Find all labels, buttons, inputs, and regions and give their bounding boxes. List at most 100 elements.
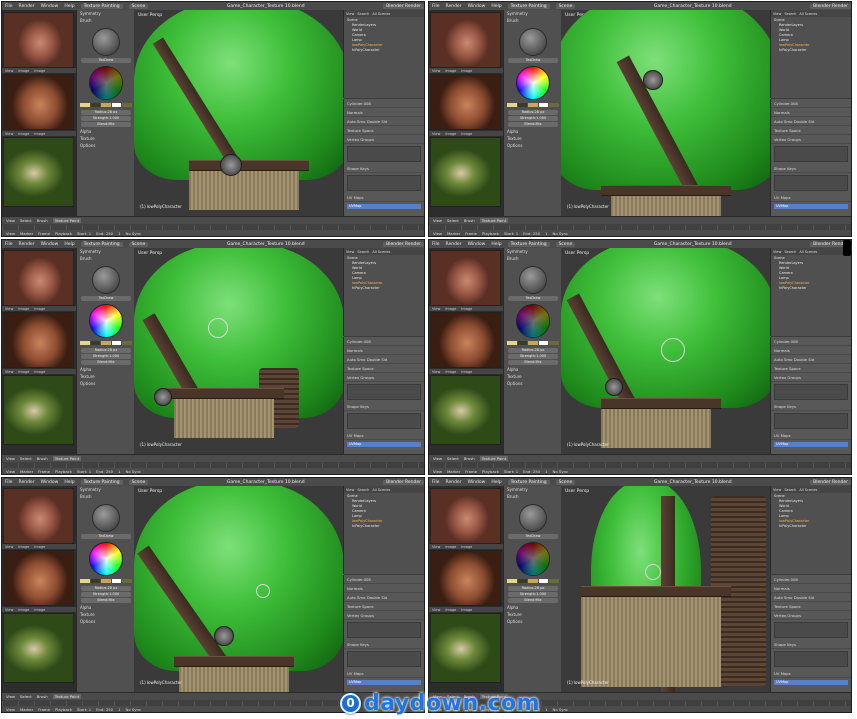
viewport-menu-item[interactable]: View [433,218,442,223]
radius-field[interactable]: Radius:28 px [81,348,131,353]
uv-map-item[interactable]: UVMap [347,204,421,209]
reference-bar-item[interactable]: View [5,69,13,73]
normals-section[interactable]: Normals [771,346,851,355]
color-swatch[interactable] [90,103,101,107]
color-swatch[interactable] [101,579,111,583]
reference-bar-item[interactable]: Image [461,69,472,73]
menu-item-render[interactable]: Render [446,480,462,485]
tool-section-brush[interactable]: Brush [504,493,562,500]
vertex-groups-section[interactable]: Vertex Groups [771,373,851,382]
timeline-menu-item[interactable]: Marker [20,469,33,474]
normals-section[interactable]: Normals [771,584,851,593]
object-data-name[interactable]: Cylinder.008 [771,99,851,108]
shape-keys-section[interactable]: Shape Keys [344,402,424,411]
outliner-header-item[interactable]: Search [784,12,796,16]
reference-bar-item[interactable]: Image [18,545,29,549]
uv-maps-section[interactable]: UV Maps [771,669,851,678]
double-sided-checkbox[interactable]: Double Sid [794,595,815,600]
reference-bar-item[interactable]: Image [461,608,472,612]
uv-map-item[interactable]: UVMap [347,442,421,447]
color-swatch[interactable] [90,579,101,583]
color-swatch[interactable] [538,341,549,345]
end-frame-field[interactable]: End: 250 [96,231,113,236]
current-frame-field[interactable]: 1 [118,707,120,712]
reference-bar-item[interactable]: Image [18,370,29,374]
blend-field[interactable]: Blend:Mix [81,360,131,365]
outliner-header-item[interactable]: View [346,12,354,16]
menu-item-file[interactable]: File [5,4,13,9]
outliner-item[interactable]: hiPolyCharacter [771,47,851,52]
brush-preview-icon[interactable] [519,28,547,56]
scene-dropdown[interactable]: Scene [128,479,149,485]
texture-section[interactable]: Texture [504,611,562,618]
viewport-menu-item[interactable]: Brush [37,694,48,699]
sync-dropdown[interactable]: No Sync [553,231,569,236]
menu-item-render[interactable]: Render [19,242,35,247]
texture-space-section[interactable]: Texture Space [344,126,424,135]
tool-section-brush[interactable]: Brush [77,17,135,24]
start-frame-field[interactable]: Start: 1 [77,707,91,712]
render-engine-dropdown[interactable]: Blender Render [383,3,424,9]
texture-section[interactable]: Texture [77,135,135,142]
menu-item-render[interactable]: Render [446,4,462,9]
color-wheel[interactable] [516,66,550,100]
tool-section-brush[interactable]: Brush [77,255,135,262]
menu-item-file[interactable]: File [5,242,13,247]
normals-section[interactable]: Normals [344,108,424,117]
reference-bar-item[interactable]: Image [34,370,45,374]
brush-name-field[interactable]: TexDraw [508,58,558,63]
scene-dropdown[interactable]: Scene [128,241,149,247]
render-engine-dropdown[interactable]: Blender Render [383,479,424,485]
end-frame-field[interactable]: End: 250 [523,469,540,474]
color-swatch[interactable] [538,103,549,107]
alpha-checkbox[interactable]: Alpha [77,604,135,611]
timeline-menu-item[interactable]: Frame [38,469,50,474]
end-frame-field[interactable]: End: 250 [96,469,113,474]
color-swatch[interactable] [517,579,528,583]
start-frame-field[interactable]: Start: 1 [504,231,518,236]
menu-item-window[interactable]: Window [468,4,486,9]
vertex-groups-section[interactable]: Vertex Groups [344,373,424,382]
color-swatch[interactable] [528,103,538,107]
double-sided-checkbox[interactable]: Double Sid [794,357,815,362]
color-wheel[interactable] [89,542,123,576]
reference-bar-item[interactable]: Image [445,608,456,612]
timeline-menu-item[interactable]: View [433,469,442,474]
outliner-header-item[interactable]: All Scenes [799,488,817,492]
uv-maps-section[interactable]: UV Maps [771,431,851,440]
outliner-header-item[interactable]: Search [357,488,369,492]
blend-field[interactable]: Blend:Mix [81,122,131,127]
menu-item-render[interactable]: Render [19,480,35,485]
mode-dropdown[interactable]: Texture Painting [507,3,550,9]
radius-field[interactable]: Radius:28 px [81,110,131,115]
menu-item-window[interactable]: Window [468,480,486,485]
tool-section-symmetry[interactable]: Symmetry [504,248,562,255]
vertex-groups-section[interactable]: Vertex Groups [771,135,851,144]
uv-maps-section[interactable]: UV Maps [344,193,424,202]
tool-section-brush[interactable]: Brush [504,255,562,262]
mode-selector[interactable]: Texture Paint [479,456,509,461]
shape-keys-section[interactable]: Shape Keys [771,164,851,173]
brush-name-field[interactable]: TexDraw [508,296,558,301]
viewport-menu-item[interactable]: Brush [464,218,475,223]
object-data-name[interactable]: Cylinder.008 [344,575,424,584]
outliner-header-item[interactable]: All Scenes [799,250,817,254]
color-wheel[interactable] [89,66,123,100]
color-swatch[interactable] [517,341,528,345]
menu-item-help[interactable]: Help [64,4,74,9]
auto-smooth-checkbox[interactable]: Auto Smo [347,357,365,362]
viewport-menu-item[interactable]: View [6,218,15,223]
brush-preview-icon[interactable] [92,504,120,532]
texture-space-section[interactable]: Texture Space [771,126,851,135]
strength-field[interactable]: Strength:1.000 [508,592,558,597]
tool-section-symmetry[interactable]: Symmetry [77,248,135,255]
reference-bar-item[interactable]: Image [18,307,29,311]
timeline-menu-item[interactable]: Playback [482,231,499,236]
tool-section-symmetry[interactable]: Symmetry [77,10,135,17]
outliner-header-item[interactable]: View [346,250,354,254]
uv-map-item[interactable]: UVMap [347,680,421,685]
timeline-menu-item[interactable]: Frame [38,707,50,712]
color-swatch[interactable] [80,341,90,345]
options-section[interactable]: Options [504,380,562,387]
menu-item-help[interactable]: Help [491,242,501,247]
